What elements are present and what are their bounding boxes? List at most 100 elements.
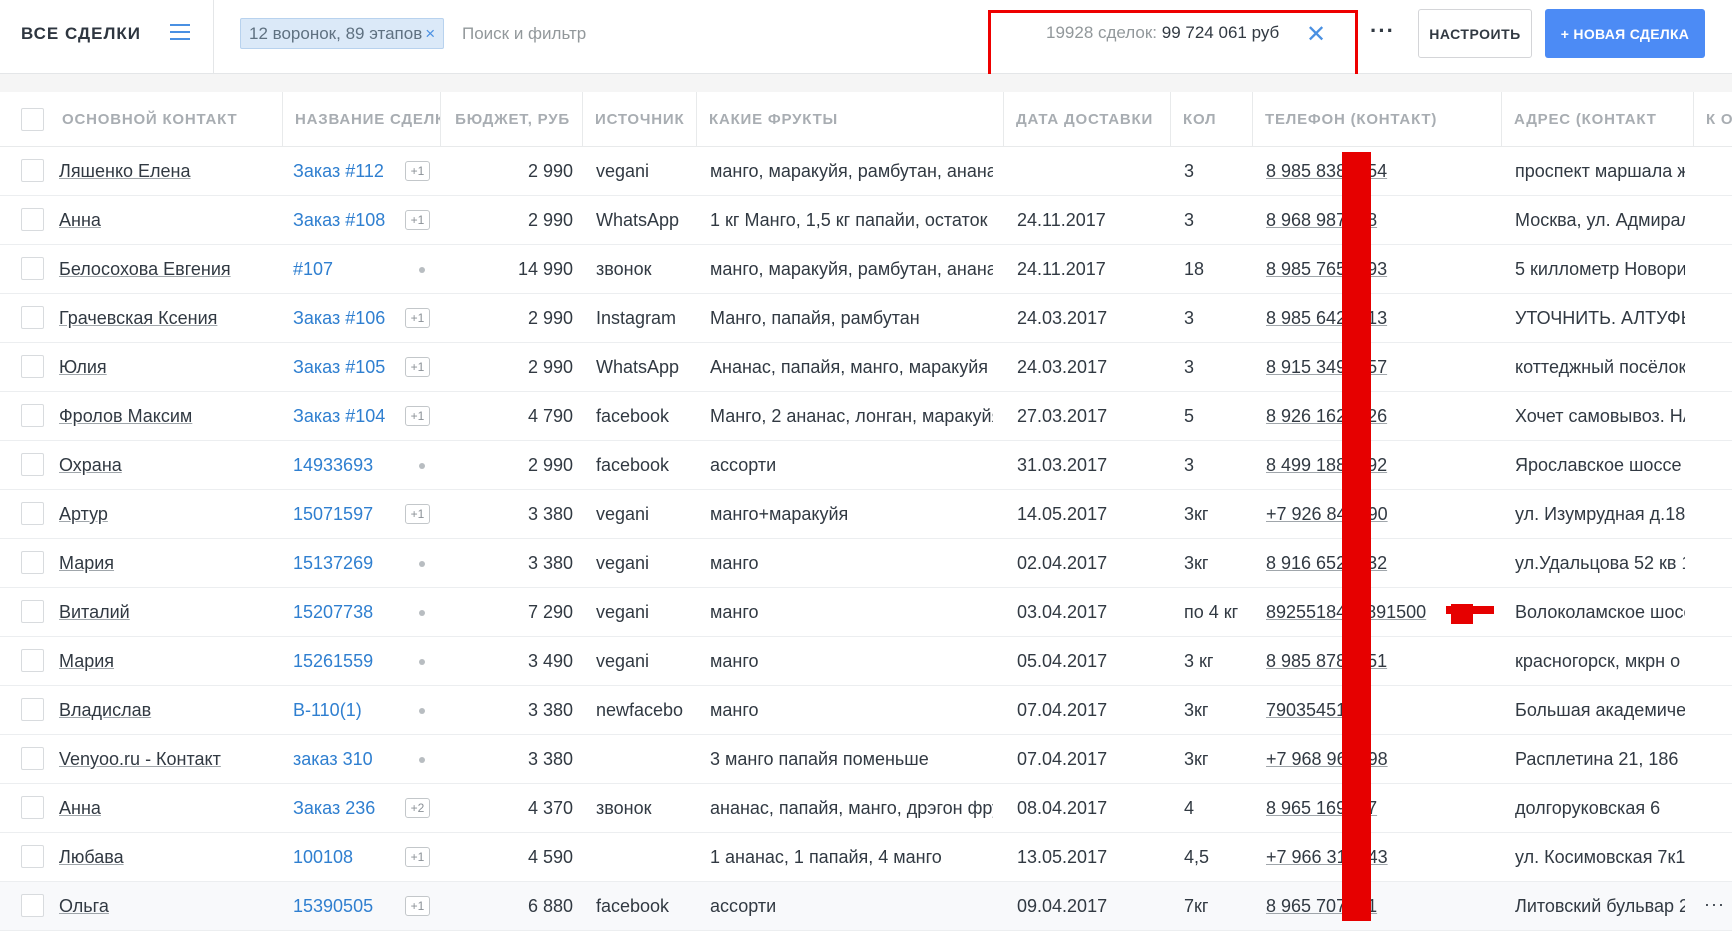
row-checkbox[interactable] <box>21 551 44 574</box>
row-checkbox[interactable] <box>21 257 44 280</box>
contact-link[interactable]: Любава <box>59 847 124 867</box>
table-row[interactable]: Белосохова Евгения #107 14 990 звонок манго,… <box>0 245 1732 294</box>
contact-link[interactable]: Фролов Максим <box>59 406 192 426</box>
contact-link[interactable]: Белосохова Евгения <box>59 259 231 279</box>
deal-name-link[interactable]: 100108 <box>293 847 353 867</box>
table-row[interactable]: Мария 15137269 3 380 vegani манго 02.04.2017 3… <box>0 539 1732 588</box>
row-checkbox[interactable] <box>21 649 44 672</box>
deal-name-link[interactable]: Заказ 236 <box>293 798 375 818</box>
deal-name-link[interactable]: заказ 310 <box>293 749 373 769</box>
column-header-qty[interactable]: КОЛ <box>1171 92 1253 147</box>
row-checkbox[interactable] <box>21 306 44 329</box>
column-header-deal-name[interactable]: НАЗВАНИЕ СДЕЛКИ <box>283 92 441 147</box>
table-row[interactable]: Грачевская Ксения Заказ #106 +1 2 990 Instag… <box>0 294 1732 343</box>
row-checkbox[interactable] <box>21 502 44 525</box>
contact-link[interactable]: Охрана <box>59 455 122 475</box>
table-row[interactable]: Артур 15071597 +1 3 380 vegani манго+маракуйя… <box>0 490 1732 539</box>
column-header-budget[interactable]: БЮДЖЕТ, РУБ <box>441 92 583 147</box>
address-value: ул. Изумрудная д.18/ <box>1515 504 1685 524</box>
filter-chip[interactable]: 12 воронок, 89 этапов × <box>240 18 445 49</box>
row-checkbox[interactable] <box>21 208 44 231</box>
column-header-address[interactable]: АДРЕС (КОНТАКТ <box>1502 92 1694 147</box>
deal-name-link[interactable]: 14933693 <box>293 455 373 475</box>
table-row[interactable]: Владислав В-110(1) 3 380 newfacebo манго 07.0… <box>0 686 1732 735</box>
settings-button[interactable]: НАСТРОИТЬ <box>1418 9 1532 58</box>
row-checkbox[interactable] <box>21 796 44 819</box>
row-checkbox[interactable] <box>21 600 44 623</box>
contact-link[interactable]: Грачевская Ксения <box>59 308 217 328</box>
deal-name-link[interactable]: #107 <box>293 259 333 279</box>
contact-link[interactable]: Анна <box>59 798 101 818</box>
linked-count-badge[interactable]: +2 <box>405 798 430 818</box>
row-checkbox[interactable] <box>21 159 44 182</box>
column-header-extra[interactable]: К О <box>1694 92 1732 147</box>
search-input[interactable] <box>462 18 762 49</box>
linked-count-badge[interactable]: +1 <box>405 504 430 524</box>
table-row[interactable]: Юлия Заказ #105 +1 2 990 WhatsApp Ананас, пап… <box>0 343 1732 392</box>
table-row[interactable]: Мария 15261559 3 490 vegani манго 05.04.2017 3… <box>0 637 1732 686</box>
deal-name-link[interactable]: 15071597 <box>293 504 373 524</box>
column-header-contact[interactable]: ОСНОВНОЙ КОНТАКТ <box>50 92 283 147</box>
address-value: Расплетина 21, 186 <box>1515 749 1679 769</box>
linked-count-badge[interactable]: +1 <box>405 406 430 426</box>
table-row[interactable]: Фролов Максим Заказ #104 +1 4 790 facebook Ма… <box>0 392 1732 441</box>
contact-link[interactable]: Ляшенко Елена <box>59 161 191 181</box>
deal-name-link[interactable]: Заказ #105 <box>293 357 385 377</box>
qty-value: 3кг <box>1184 749 1209 769</box>
deal-name-link[interactable]: 15207738 <box>293 602 373 622</box>
table-row[interactable]: Анна Заказ 236 +2 4 370 звонок ананас, папайя… <box>0 784 1732 833</box>
row-checkbox[interactable] <box>21 747 44 770</box>
fruits-value: манго, маракуйя, рамбутан, ананас <box>710 259 993 279</box>
column-header-fruits[interactable]: КАКИЕ ФРУКТЫ <box>697 92 1004 147</box>
contact-link[interactable]: Артур <box>59 504 108 524</box>
linked-count-badge[interactable]: +1 <box>405 161 430 181</box>
qty-value: 3 <box>1184 161 1195 181</box>
table-row[interactable]: Любава 100108 +1 4 590 1 ананас, 1 папайя, 4… <box>0 833 1732 882</box>
deal-name-link[interactable]: Заказ #112 <box>293 161 384 181</box>
linked-count-badge[interactable]: +1 <box>405 210 430 230</box>
qty-value: 18 <box>1184 259 1205 279</box>
column-header-source[interactable]: ИСТОЧНИК <box>583 92 697 147</box>
close-icon[interactable]: × <box>425 24 435 43</box>
linked-count-badge[interactable]: +1 <box>405 357 430 377</box>
row-checkbox[interactable] <box>21 355 44 378</box>
deal-name-link[interactable]: В-110(1) <box>293 700 362 720</box>
linked-count-badge[interactable]: +1 <box>405 896 430 916</box>
deal-name-link[interactable]: 15390505 <box>293 896 373 916</box>
contact-link[interactable]: Ольга <box>59 896 109 916</box>
deal-name-link[interactable]: 15137269 <box>293 553 373 573</box>
linked-count-badge[interactable]: +1 <box>405 847 430 867</box>
row-checkbox[interactable] <box>21 894 44 917</box>
contact-link[interactable]: Владислав <box>59 700 151 720</box>
table-row[interactable]: Ольга 15390505 +1 6 880 facebook ассорти 09.04… <box>0 882 1732 931</box>
deal-name-link[interactable]: Заказ #104 <box>293 406 385 426</box>
source-value: vegani <box>596 651 650 671</box>
row-checkbox[interactable] <box>21 845 44 868</box>
contact-link[interactable]: Мария <box>59 651 114 671</box>
contact-link[interactable]: Venyoo.ru - Контакт <box>59 749 221 769</box>
new-deal-button[interactable]: + НОВАЯ СДЕЛКА <box>1545 9 1705 58</box>
select-all-checkbox[interactable] <box>21 108 44 131</box>
deal-name-link[interactable]: Заказ #106 <box>293 308 385 328</box>
delivery-date-value: 08.04.2017 <box>1017 798 1108 818</box>
row-more-button[interactable]: ··· <box>1704 894 1725 915</box>
row-checkbox[interactable] <box>21 453 44 476</box>
column-header-delivery-date[interactable]: ДАТА ДОСТАВКИ <box>1004 92 1171 147</box>
header-spacer <box>0 74 1732 92</box>
contact-link[interactable]: Виталий <box>59 602 130 622</box>
row-checkbox[interactable] <box>21 404 44 427</box>
table-row[interactable]: Ляшенко Елена Заказ #112 +1 2 990 vegani манг… <box>0 147 1732 196</box>
column-header-phone[interactable]: ТЕЛЕФОН (КОНТАКТ) <box>1253 92 1502 147</box>
row-checkbox[interactable] <box>21 698 44 721</box>
table-row[interactable]: Анна Заказ #108 +1 2 990 WhatsApp 1 кг Манго,… <box>0 196 1732 245</box>
table-row[interactable]: Venyoo.ru - Контакт заказ 310 3 380 3 манго… <box>0 735 1732 784</box>
deal-name-link[interactable]: 15261559 <box>293 651 373 671</box>
deal-name-link[interactable]: Заказ #108 <box>293 210 385 230</box>
table-row[interactable]: Охрана 14933693 2 990 facebook ассорти 31.03.… <box>0 441 1732 490</box>
hamburger-menu-icon[interactable] <box>170 24 190 42</box>
contact-link[interactable]: Мария <box>59 553 114 573</box>
contact-link[interactable]: Юлия <box>59 357 107 377</box>
more-options-button[interactable]: ··· <box>1370 18 1395 44</box>
linked-count-badge[interactable]: +1 <box>405 308 430 328</box>
contact-link[interactable]: Анна <box>59 210 101 230</box>
